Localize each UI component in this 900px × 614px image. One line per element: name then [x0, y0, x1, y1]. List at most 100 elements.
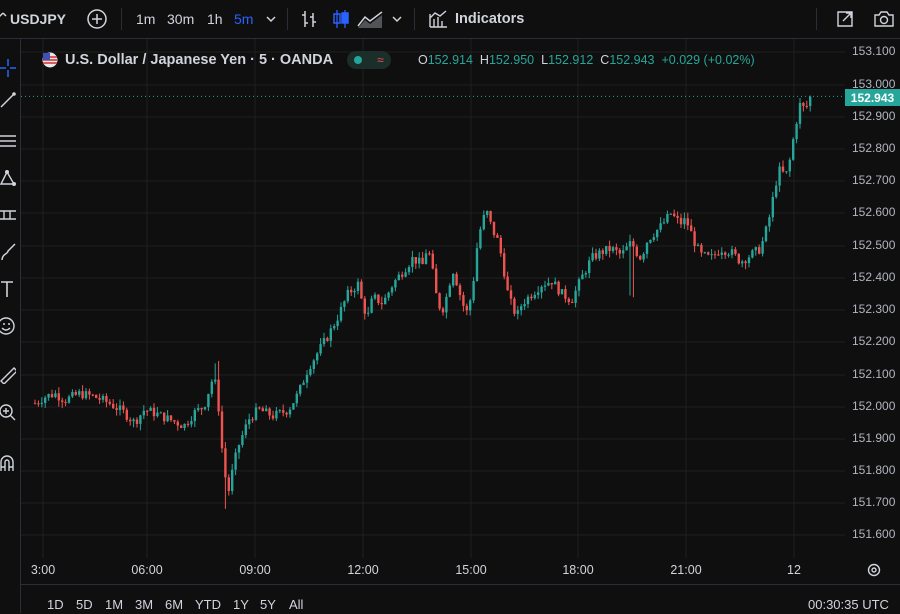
candle — [207, 393, 210, 411]
emoji-tool[interactable] — [0, 314, 20, 338]
candle — [112, 399, 115, 409]
brush-tool[interactable] — [0, 240, 20, 264]
price-tick-label: 151.600 — [852, 527, 896, 541]
price-tick-label: 152.600 — [852, 205, 896, 219]
utc-clock[interactable]: 00:30:35 UTC — [808, 597, 889, 612]
us-flag-icon — [42, 52, 58, 68]
candle — [84, 388, 88, 400]
compare-button[interactable] — [86, 0, 108, 38]
interval-30m[interactable]: 30m — [167, 0, 194, 38]
candle — [771, 191, 774, 222]
candle-body — [40, 402, 43, 404]
magnet-tool[interactable] — [0, 451, 20, 475]
fullscreen-button[interactable] — [835, 0, 855, 38]
candle-body — [180, 425, 183, 429]
candle-body — [81, 391, 84, 399]
range-5y[interactable]: 5Y — [260, 597, 276, 612]
range-6m[interactable]: 6M — [165, 597, 183, 612]
fib-tool[interactable] — [0, 129, 20, 153]
candle-body — [316, 353, 319, 361]
low-label: L — [541, 53, 549, 67]
candle-body — [758, 247, 761, 254]
snapshot-button[interactable] — [873, 0, 895, 38]
range-1y[interactable]: 1Y — [233, 597, 249, 612]
candle-body — [472, 281, 475, 301]
pattern-tool[interactable] — [0, 166, 20, 190]
candle-body — [577, 279, 581, 291]
candle-body — [428, 253, 431, 255]
candle — [146, 409, 149, 416]
range-all[interactable]: All — [289, 597, 303, 612]
zoom-tool[interactable] — [0, 400, 20, 424]
axis-settings-button[interactable] — [866, 562, 882, 583]
range-ytd[interactable]: YTD — [195, 597, 221, 612]
crosshair-tool[interactable] — [0, 56, 20, 80]
trendline-icon — [0, 92, 16, 108]
high-label: H — [479, 53, 489, 67]
candle-body — [57, 393, 60, 401]
candle-body — [673, 213, 676, 216]
candlestick-chart[interactable] — [21, 39, 845, 583]
candle-body — [142, 410, 145, 416]
trendline-tool[interactable] — [0, 88, 20, 112]
candle — [761, 236, 764, 257]
candle — [550, 282, 553, 290]
chart-type-dropdown[interactable] — [391, 0, 403, 38]
interval-1m[interactable]: 1m — [136, 0, 155, 38]
candle-body — [662, 222, 666, 224]
candle-body — [550, 282, 553, 285]
candle — [509, 285, 513, 305]
candle — [44, 395, 47, 408]
range-1d[interactable]: 1D — [47, 597, 64, 612]
indicators-button[interactable]: Indicators — [428, 0, 524, 38]
candle — [367, 306, 370, 317]
interval-1h[interactable]: 1h — [207, 0, 223, 38]
range-1m[interactable]: 1M — [105, 597, 123, 612]
open-value: 152.914 — [427, 53, 473, 67]
bar-style-button[interactable] — [300, 0, 318, 38]
candle-body — [622, 250, 625, 254]
candle-body — [244, 424, 247, 436]
candle — [448, 283, 451, 298]
candle-body — [530, 296, 533, 299]
candle-body — [605, 246, 608, 254]
area-style-button[interactable] — [357, 0, 383, 38]
candle-body — [537, 292, 540, 295]
candle — [302, 380, 305, 386]
range-5d[interactable]: 5D — [76, 597, 93, 612]
interval-dropdown[interactable] — [265, 0, 277, 38]
candle-body — [210, 381, 213, 394]
candle-body — [401, 274, 404, 277]
candle — [129, 417, 132, 426]
zoom-icon — [0, 404, 16, 421]
candle-body — [292, 403, 295, 410]
text-tool[interactable] — [0, 277, 20, 301]
candle-body — [88, 391, 91, 395]
candle — [81, 385, 84, 400]
price-tick-label: 151.700 — [852, 495, 896, 509]
market-status-badge[interactable]: ≈ — [347, 51, 392, 69]
candle — [530, 293, 533, 301]
candle — [326, 336, 329, 342]
prediction-tool[interactable] — [0, 203, 20, 227]
candle — [781, 160, 785, 173]
camera-icon — [874, 11, 894, 27]
range-3m[interactable]: 3M — [135, 597, 153, 612]
candle — [244, 419, 247, 439]
candle-body — [486, 211, 489, 215]
time-tick-label: 3:00 — [30, 563, 56, 577]
candle — [380, 296, 383, 310]
candle-body — [632, 241, 635, 247]
candle — [217, 360, 220, 416]
candle — [513, 296, 516, 317]
candle-body — [166, 415, 169, 422]
candle-style-button[interactable] — [331, 0, 351, 38]
measure-tool[interactable] — [0, 362, 20, 386]
candle — [492, 221, 496, 238]
interval-5m[interactable]: 5m — [234, 0, 253, 38]
symbol-search[interactable]: USDJPY — [0, 0, 66, 38]
interval-5m-label: 5m — [234, 11, 254, 27]
candle-body — [135, 419, 139, 424]
candle — [462, 291, 465, 312]
close-value: 152.943 — [609, 53, 655, 67]
